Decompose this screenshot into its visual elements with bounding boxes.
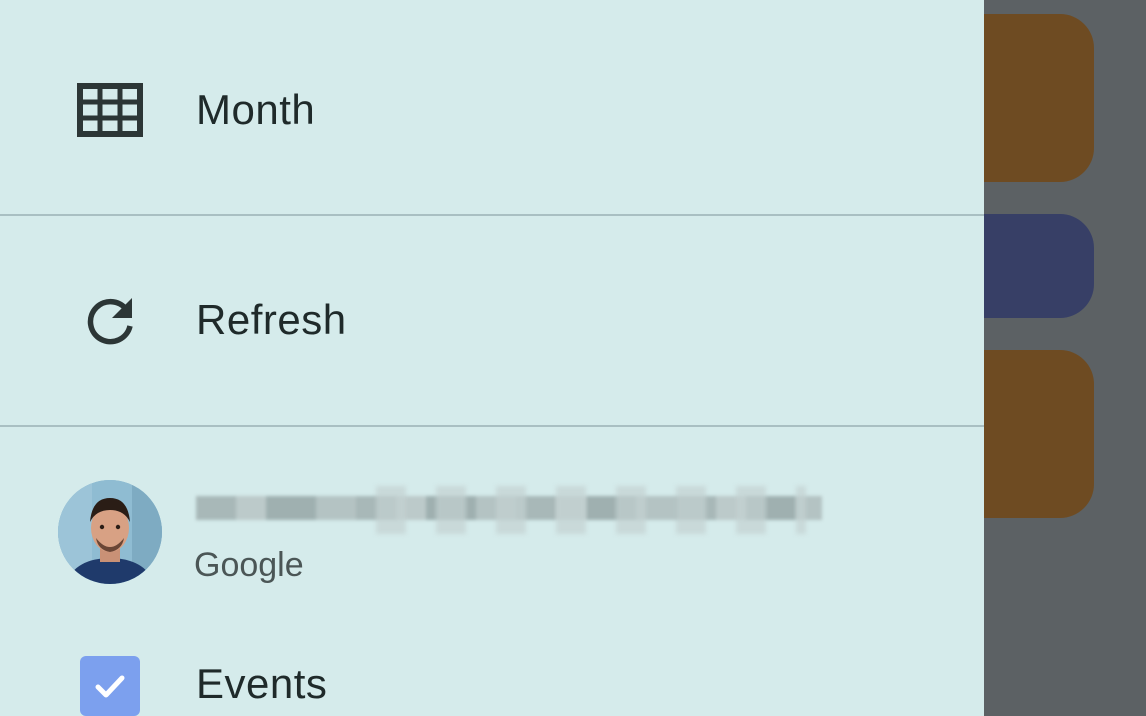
divider <box>0 425 984 427</box>
divider <box>0 214 984 216</box>
checkmark-icon <box>95 675 125 698</box>
redacted-text <box>346 486 806 534</box>
month-grid-icon <box>76 82 144 138</box>
events-checkbox[interactable] <box>80 656 140 716</box>
account-provider: Google <box>194 546 304 584</box>
navigation-drawer: Month Refresh Google Events <box>0 0 984 716</box>
calendar-item-events[interactable]: Events <box>0 640 984 716</box>
menu-item-label: Refresh <box>196 296 347 343</box>
menu-item-refresh[interactable]: Refresh <box>0 260 984 380</box>
avatar[interactable] <box>58 480 162 584</box>
menu-item-month[interactable]: Month <box>0 50 984 170</box>
calendar-screen: Month Refresh Google Events <box>0 0 1146 716</box>
calendar-item-label: Events <box>196 660 328 707</box>
account-email-redacted <box>196 474 822 540</box>
menu-item-label: Month <box>196 86 316 133</box>
refresh-icon <box>76 292 144 348</box>
